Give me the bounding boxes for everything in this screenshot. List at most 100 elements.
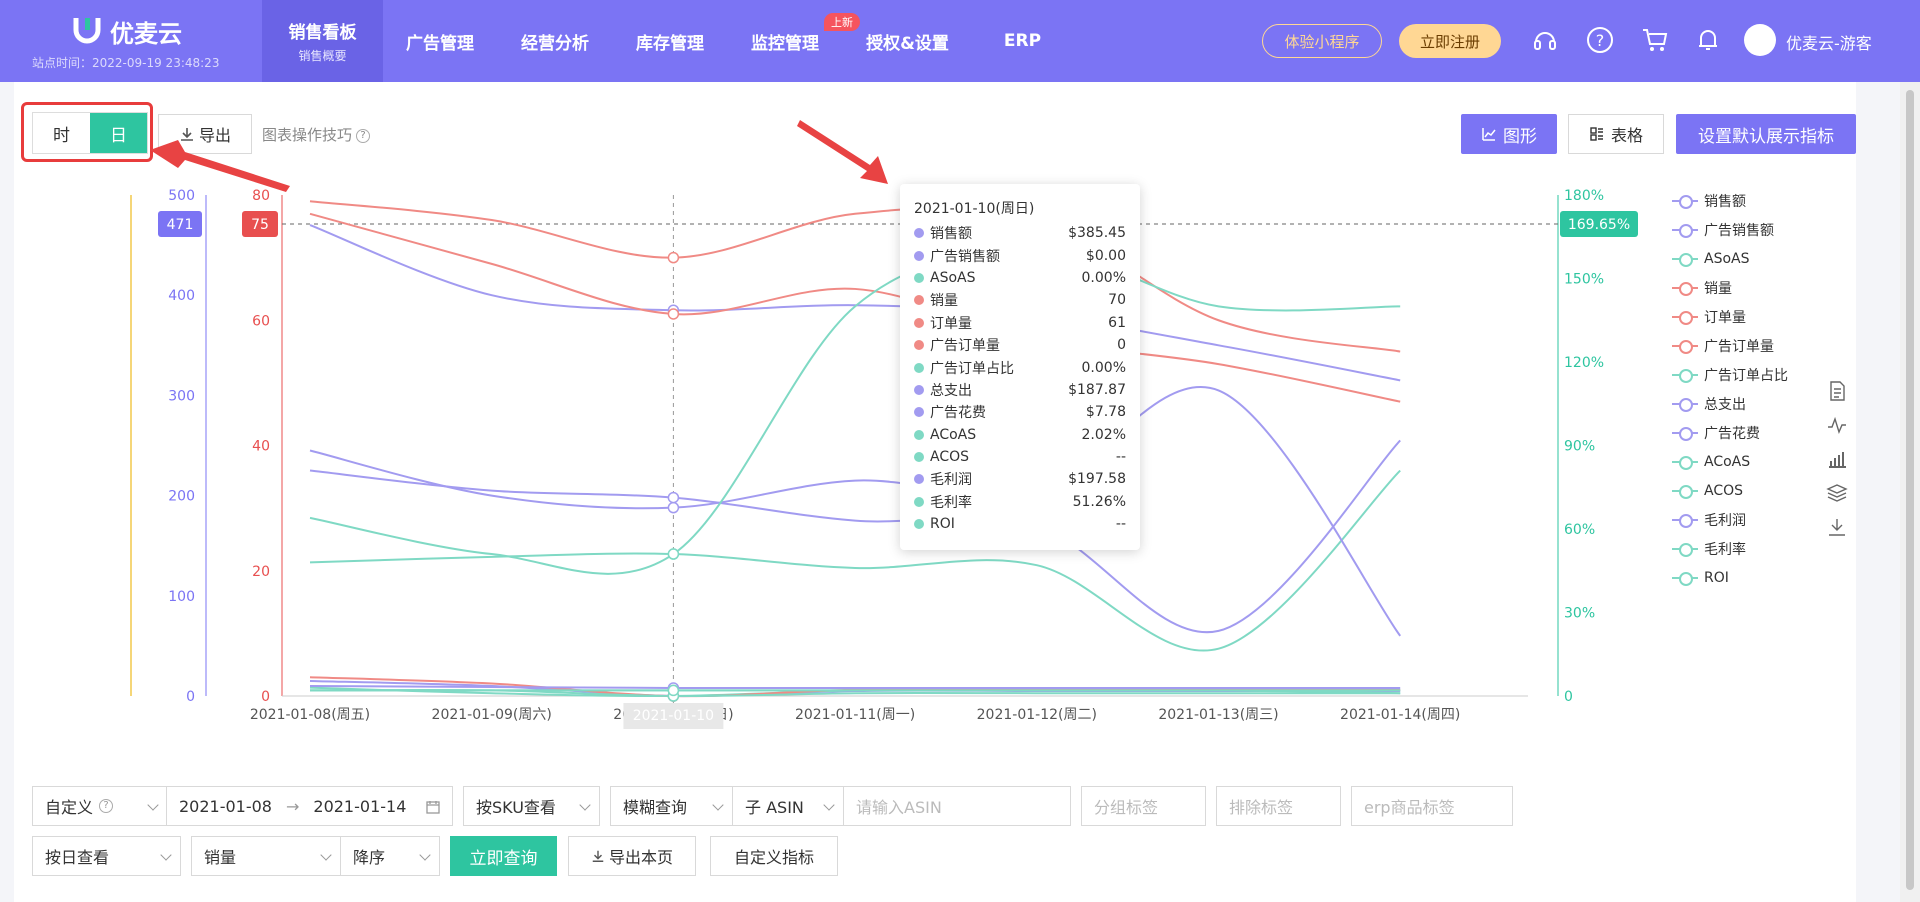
chevron-down-icon xyxy=(579,799,591,811)
date-range-picker[interactable]: 2021-01-08 → 2021-01-14 xyxy=(166,786,453,826)
legend-marker-icon xyxy=(1672,484,1698,499)
legend-marker-icon xyxy=(1672,426,1698,441)
bar-switch-icon[interactable] xyxy=(1826,448,1848,470)
legend-item[interactable]: 销量 xyxy=(1672,273,1788,302)
series-point xyxy=(667,501,680,514)
exclude-tag-select[interactable]: 排除标签 xyxy=(1216,786,1341,826)
tooltip-row: 广告订单占比 0.00% xyxy=(914,356,1126,378)
sort-order-select[interactable]: 降序 xyxy=(340,836,440,876)
legend-item[interactable]: 销售额 xyxy=(1672,186,1788,215)
legend-item[interactable]: 广告销售额 xyxy=(1672,215,1788,244)
tooltip-metric-value: $385.45 xyxy=(1068,225,1126,242)
tooltip-metric-name: 毛利润 xyxy=(930,472,972,489)
legend-item[interactable]: ACoAS xyxy=(1672,447,1788,476)
tooltip-title: 2021-01-10(周日) xyxy=(914,201,1035,217)
end-date[interactable]: 2021-01-14 xyxy=(313,797,406,816)
legend-marker-icon xyxy=(1672,281,1698,296)
series-dot-icon xyxy=(914,519,924,530)
tooltip-row: 广告花费 $7.78 xyxy=(914,401,1126,423)
x-axis-tick: 2021-01-09(周六) xyxy=(432,707,552,723)
legend-item[interactable]: 毛利润 xyxy=(1672,505,1788,534)
chevron-down-icon xyxy=(147,799,159,811)
tooltip-metric-value: $0.00 xyxy=(1085,247,1126,264)
legend-item[interactable]: 广告花费 xyxy=(1672,418,1788,447)
legend-item[interactable]: 毛利率 xyxy=(1672,534,1788,563)
tooltip-row: 毛利率 51.26% xyxy=(914,491,1126,513)
legend-label: ASoAS xyxy=(1704,250,1750,267)
annotation-arrow-right xyxy=(797,120,888,184)
legend-marker-icon xyxy=(1672,455,1698,470)
sort-field-select[interactable]: 销量 xyxy=(191,836,341,876)
right-axis-marker: 169.65% xyxy=(1568,217,1630,233)
legend-item[interactable]: ASoAS xyxy=(1672,244,1788,273)
export-page-button[interactable]: 导出本页 xyxy=(568,836,696,876)
series-dot-icon xyxy=(914,474,924,485)
legend-item[interactable]: ROI xyxy=(1672,563,1788,592)
group-tag-select[interactable]: 分组标签 xyxy=(1081,786,1206,826)
erp-tag-select[interactable]: erp商品标签 xyxy=(1351,786,1513,826)
left-axis-1-tick: 0 xyxy=(186,689,195,705)
asin-input[interactable]: 请输入ASIN xyxy=(843,786,1071,826)
tooltip-metric-value: 2.02% xyxy=(1081,426,1126,443)
match-select[interactable]: 模糊查询 xyxy=(610,786,733,826)
save-image-icon[interactable] xyxy=(1826,516,1848,538)
legend-item[interactable]: ACOS xyxy=(1672,476,1788,505)
export-page-label: 导出本页 xyxy=(608,848,673,867)
legend-marker-icon xyxy=(1672,223,1698,238)
range-type-select[interactable]: 自定义 ? xyxy=(32,786,168,826)
chevron-down-icon xyxy=(320,849,332,861)
chevron-down-icon xyxy=(160,849,172,861)
custom-metric-button[interactable]: 自定义指标 xyxy=(710,836,838,876)
legend-item[interactable]: 广告订单占比 xyxy=(1672,360,1788,389)
tooltip-row: ACoAS 2.02% xyxy=(914,424,1126,446)
line-switch-icon[interactable] xyxy=(1826,414,1848,436)
series-dot-icon xyxy=(914,340,924,351)
legend-marker-icon xyxy=(1672,252,1698,267)
tooltip-row: 总支出 $187.87 xyxy=(914,379,1126,401)
series-dot-icon xyxy=(914,407,924,418)
legend-item[interactable]: 总支出 xyxy=(1672,389,1788,418)
tooltip-row: 毛利润 $197.58 xyxy=(914,468,1126,490)
query-button[interactable]: 立即查询 xyxy=(450,836,557,876)
annotation-arrow-left xyxy=(150,140,290,192)
tooltip-metric-value: 0.00% xyxy=(1081,269,1126,286)
calendar-icon xyxy=(426,801,440,814)
tooltip-metric-name: 广告订单占比 xyxy=(930,360,1014,377)
tooltip-metric-name: 订单量 xyxy=(930,315,972,332)
legend-marker-icon xyxy=(1672,339,1698,354)
tooltip-row: 广告订单量 0 xyxy=(914,334,1126,356)
legend-item[interactable]: 广告订单量 xyxy=(1672,331,1788,360)
legend-item[interactable]: 订单量 xyxy=(1672,302,1788,331)
series-line xyxy=(309,439,1401,634)
right-axis-tick: 180% xyxy=(1564,188,1604,204)
x-axis-tick: 2021-01-13(周三) xyxy=(1158,707,1278,723)
legend-label: 总支出 xyxy=(1704,396,1746,413)
chevron-down-icon xyxy=(712,799,724,811)
legend-marker-icon xyxy=(1672,368,1698,383)
left-axis-2-tick: 20 xyxy=(252,564,270,580)
left-axis-1-marker: 471 xyxy=(167,217,194,233)
series-line xyxy=(309,249,1401,575)
left-axis-2-tick: 40 xyxy=(252,439,270,455)
start-date[interactable]: 2021-01-08 xyxy=(179,797,272,816)
asin-type-label: 子 ASIN xyxy=(745,798,804,817)
left-axis-1-tick: 200 xyxy=(168,489,195,505)
legend-marker-icon xyxy=(1672,513,1698,528)
asin-type-select[interactable]: 子 ASIN xyxy=(732,786,844,826)
period-select[interactable]: 按日查看 xyxy=(32,836,181,876)
legend-marker-icon xyxy=(1672,397,1698,412)
left-axis-1-tick: 100 xyxy=(168,589,195,605)
right-axis-tick: 30% xyxy=(1564,606,1595,622)
series-dot-icon xyxy=(914,384,924,395)
tooltip-metric-value: 61 xyxy=(1108,314,1126,331)
right-axis-tick: 0 xyxy=(1564,689,1573,705)
data-view-icon[interactable] xyxy=(1826,380,1848,402)
tooltip-metric-value: -- xyxy=(1115,449,1126,466)
view-by-select[interactable]: 按SKU查看 xyxy=(463,786,600,826)
series-dot-icon xyxy=(914,362,924,373)
series-dot-icon xyxy=(914,452,924,463)
x-axis-tick: 2021-01-08(周五) xyxy=(250,707,370,723)
stack-switch-icon[interactable] xyxy=(1826,482,1848,504)
range-type-label: 自定义 xyxy=(45,798,94,817)
tooltip-metric-name: ACoAS xyxy=(930,426,977,443)
